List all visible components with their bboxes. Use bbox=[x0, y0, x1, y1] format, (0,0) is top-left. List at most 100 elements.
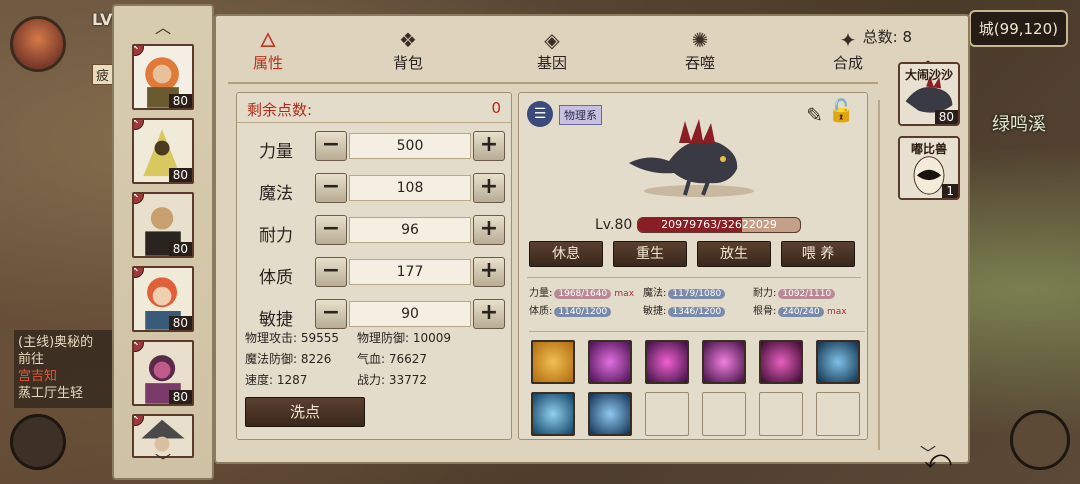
power-stat: 战力: 33772 bbox=[357, 373, 428, 387]
quest-tracker[interactable]: (主线)奥秘的 前往 宫吉知 蒸工厅生轻 bbox=[14, 330, 126, 408]
increase-button[interactable]: + bbox=[473, 173, 505, 203]
hero-level: 80 bbox=[168, 390, 192, 404]
player-avatar[interactable] bbox=[10, 16, 66, 72]
decrease-button[interactable]: − bbox=[315, 257, 347, 287]
hero-level: 80 bbox=[168, 316, 192, 330]
tab-bag[interactable]: ❖ 背包 bbox=[368, 24, 448, 80]
skill-slot-slash-icon[interactable] bbox=[645, 340, 689, 384]
pet-stat-label: 耐力: bbox=[753, 288, 777, 299]
pet-stat-agility: 敏捷: 1346/1200 bbox=[643, 302, 726, 317]
skill-slot-shield-icon[interactable] bbox=[588, 392, 632, 436]
scrollbar[interactable] bbox=[878, 100, 880, 450]
feed-button[interactable]: 喂 养 bbox=[781, 241, 855, 267]
house-round-button[interactable] bbox=[1010, 410, 1070, 470]
decrease-button[interactable]: − bbox=[315, 173, 347, 203]
stat-row-agility: 敏捷 − 90 + bbox=[237, 299, 513, 333]
skill-slot-empty[interactable] bbox=[816, 392, 860, 436]
player-level-label: LV bbox=[92, 10, 113, 29]
pet-detail-panel: ☰ 物理系 ✎ 🔓 Lv.80 20979763/32622029 休息 重生 … bbox=[518, 92, 868, 440]
skill-slot-vortex-icon[interactable] bbox=[531, 392, 575, 436]
increase-button[interactable]: + bbox=[473, 131, 505, 161]
remaining-points-header: 剩余点数: 0 bbox=[237, 93, 511, 123]
skill-slot-empty[interactable] bbox=[645, 392, 689, 436]
skill-slot-spike-icon[interactable] bbox=[702, 340, 746, 384]
quest-title: (主线)奥秘的 bbox=[18, 335, 94, 350]
pet-stat-endurance: 耐力: 1092/1110 bbox=[753, 284, 836, 299]
tab-devour[interactable]: ✺ 吞噬 bbox=[660, 24, 740, 80]
pet-stat-value: 1968/1640 bbox=[554, 289, 612, 299]
place-name: 绿鸣溪 bbox=[992, 114, 1046, 135]
max-marker: max bbox=[826, 307, 847, 317]
skill-slot-wing-icon[interactable] bbox=[816, 340, 860, 384]
scroll-down-arrow-icon[interactable]: ﹀ bbox=[155, 448, 171, 472]
hero-card[interactable]: ✕ 80 bbox=[132, 118, 194, 184]
pet-level: Lv.80 bbox=[595, 217, 633, 233]
stat-value: 96 bbox=[349, 217, 471, 243]
lock-icon[interactable]: 🔓 bbox=[828, 99, 855, 124]
divider bbox=[228, 82, 878, 84]
pet-level-badge: 1 bbox=[942, 184, 958, 198]
quest-line: 蒸工厅生轻 bbox=[18, 386, 84, 401]
skill-slot-empty[interactable] bbox=[702, 392, 746, 436]
pet-growth-stats: 力量: 1968/1640 max 魔法: 1179/1080 耐力: 1092/11… bbox=[527, 277, 861, 317]
hero-card[interactable]: ✕ 80 bbox=[132, 44, 194, 110]
pet-stat-label: 体质: bbox=[529, 306, 553, 317]
tab-label: 背包 bbox=[392, 54, 423, 72]
feather-icon[interactable]: ✎ bbox=[806, 103, 823, 127]
hero-level: 80 bbox=[168, 242, 192, 256]
remaining-points-label: 剩余点数: bbox=[247, 101, 313, 119]
exp-bar: 20979763/32622029 bbox=[637, 217, 801, 233]
skill-slot-claw-icon[interactable] bbox=[759, 340, 803, 384]
pet-list: ︿ 大闹沙沙 80 嘟比兽 1 ﹀ bbox=[892, 50, 970, 464]
hero-card[interactable]: ✕ 80 bbox=[132, 192, 194, 258]
stat-value: 500 bbox=[349, 133, 471, 159]
attribute-panel: 剩余点数: 0 力量 − 500 + 魔法 − 108 + 耐力 − 96 + … bbox=[236, 92, 512, 440]
pet-stat-label: 敏捷: bbox=[643, 306, 667, 317]
flame-icon: 🜂 bbox=[259, 28, 277, 52]
decrease-button[interactable]: − bbox=[315, 131, 347, 161]
merge-icon: ✦ bbox=[839, 28, 857, 52]
pet-stat-magic: 魔法: 1179/1080 bbox=[643, 284, 726, 299]
tab-label: 吞噬 bbox=[684, 54, 715, 72]
tab-attributes[interactable]: 🜂 属性 bbox=[228, 24, 308, 80]
back-icon[interactable]: ⤺ bbox=[918, 440, 958, 480]
pet-stat-value: 240/240 bbox=[778, 307, 824, 317]
decrease-button[interactable]: − bbox=[315, 299, 347, 329]
map-round-button[interactable] bbox=[10, 414, 66, 470]
gene-icon: ◈ bbox=[544, 28, 560, 52]
increase-button[interactable]: + bbox=[473, 257, 505, 287]
pet-stat-value: 1140/1200 bbox=[554, 307, 612, 317]
stat-row-constitution: 体质 − 177 + bbox=[237, 257, 513, 291]
pet-stat-strength: 力量: 1968/1640 max bbox=[529, 284, 634, 299]
pet-card[interactable]: 嘟比兽 1 bbox=[898, 136, 960, 200]
physical-attack: 物理攻击: 59555 bbox=[245, 331, 340, 345]
skill-slot-lightning-icon[interactable] bbox=[531, 340, 575, 384]
stat-value: 108 bbox=[349, 175, 471, 201]
scroll-up-arrow-icon[interactable]: ︿ bbox=[155, 14, 171, 38]
skill-slot-empty[interactable] bbox=[759, 392, 803, 436]
status-tag: 疲 bbox=[92, 64, 114, 85]
rest-button[interactable]: 休息 bbox=[529, 241, 603, 267]
pet-management-panel: 🜂 属性 ❖ 背包 ◈ 基因 ✺ 吞噬 ✦ 合成 总数: 8 剩余点数: 0 力… bbox=[214, 14, 970, 464]
hp-stat: 气血: 76627 bbox=[357, 352, 428, 366]
devour-icon: ✺ bbox=[691, 28, 709, 52]
decrease-button[interactable]: − bbox=[315, 215, 347, 245]
pet-stat-constitution: 体质: 1140/1200 bbox=[529, 302, 612, 317]
rebirth-button[interactable]: 重生 bbox=[613, 241, 687, 267]
hero-card[interactable]: ✕ 80 bbox=[132, 266, 194, 332]
reset-points-button[interactable]: 洗点 bbox=[245, 397, 365, 427]
speed-stat: 速度: 1287 bbox=[245, 373, 308, 387]
increase-button[interactable]: + bbox=[473, 299, 505, 329]
tab-gene[interactable]: ◈ 基因 bbox=[512, 24, 592, 80]
city-coordinate-button[interactable]: 城(99,120) bbox=[968, 10, 1068, 47]
hero-card[interactable]: ✕ 80 bbox=[132, 340, 194, 406]
list-icon[interactable]: ☰ bbox=[527, 101, 553, 127]
stat-name: 体质 bbox=[259, 268, 293, 288]
pet-card[interactable]: 大闹沙沙 80 bbox=[898, 62, 960, 126]
pet-name: 嘟比兽 bbox=[910, 142, 947, 156]
tab-label: 基因 bbox=[536, 54, 567, 72]
skill-slot-burst-icon[interactable] bbox=[588, 340, 632, 384]
release-button[interactable]: 放生 bbox=[697, 241, 771, 267]
increase-button[interactable]: + bbox=[473, 215, 505, 245]
tab-label: 属性 bbox=[252, 54, 283, 72]
